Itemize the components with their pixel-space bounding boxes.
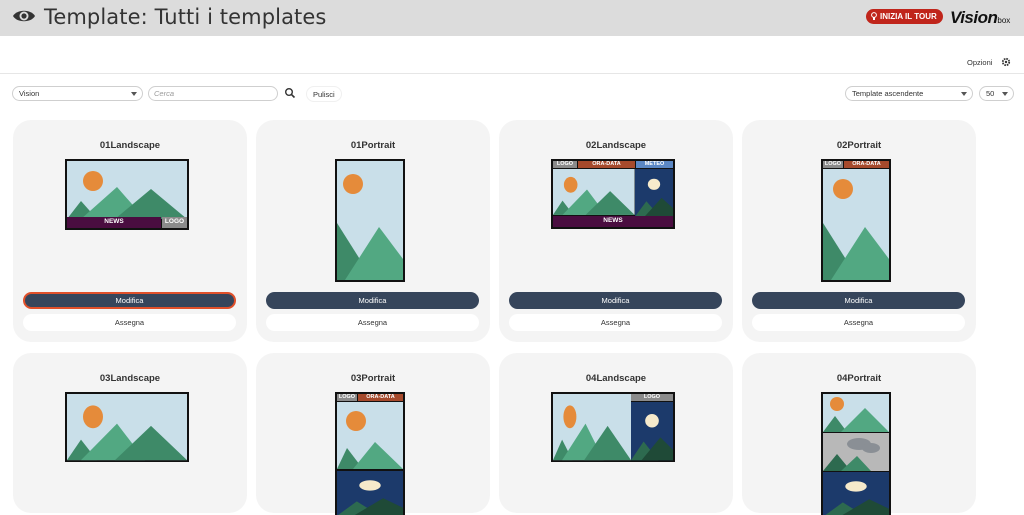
lightbulb-icon [871, 12, 877, 20]
assign-button[interactable]: Assegna [509, 314, 722, 331]
chevron-down-icon [1002, 92, 1008, 96]
template-name: 02Portrait [836, 140, 882, 151]
template-card: 04Portrait [742, 353, 976, 515]
zone-logo-label: LOGO [338, 394, 356, 400]
page-title: Template: Tutti i templates [44, 5, 327, 29]
template-card: 01Landscape NEWS LOGO Modifica Assegna [13, 120, 247, 342]
template-name: 02Landscape [585, 140, 647, 151]
sort-select[interactable]: Template ascendente [845, 86, 973, 101]
template-preview[interactable] [65, 392, 189, 462]
zone-datetime-label: ORA-DATA [366, 394, 395, 400]
visionbox-logo: Visionbox [950, 8, 1011, 27]
gear-icon[interactable] [1001, 57, 1011, 67]
zone-news-label: NEWS [104, 218, 124, 225]
template-preview[interactable]: LOGO [551, 392, 675, 462]
start-tour-button[interactable]: INIZIA IL TOUR [866, 9, 943, 24]
assign-button[interactable]: Assegna [752, 314, 965, 331]
template-card: 02Landscape LOGO ORA-DATA METEO NEWS Mod… [499, 120, 733, 342]
options-button[interactable]: Opzioni [967, 58, 992, 67]
template-name: 03Portrait [350, 373, 396, 384]
template-card: 02Portrait LOGO ORA-DATA Modifica Assegn… [742, 120, 976, 342]
template-name: 01Portrait [350, 140, 396, 151]
template-card: 01Portrait Modifica Assegna [256, 120, 490, 342]
zone-logo-label: LOGO [643, 394, 661, 400]
eye-icon [13, 10, 35, 22]
edit-button[interactable]: Modifica [509, 292, 722, 309]
clear-button[interactable]: Pulisci [306, 86, 342, 102]
edit-button[interactable]: Modifica [752, 292, 965, 309]
options-bar: Opzioni [0, 52, 1024, 74]
zone-logo-label: LOGO [556, 161, 574, 167]
template-name: 04Landscape [585, 373, 647, 384]
edit-button[interactable]: Modifica [266, 292, 479, 309]
template-preview[interactable]: LOGO ORA-DATA [335, 392, 405, 515]
start-tour-label: INIZIA IL TOUR [880, 12, 937, 21]
search-input[interactable] [148, 86, 278, 101]
template-name: 01Landscape [99, 140, 161, 151]
assign-button[interactable]: Assegna [23, 314, 236, 331]
search-icon[interactable] [284, 87, 296, 99]
app-header: Template: Tutti i templates INIZIA IL TO… [0, 0, 1024, 36]
assign-button[interactable]: Assegna [266, 314, 479, 331]
template-preview[interactable]: LOGO ORA-DATA [821, 159, 891, 282]
template-preview[interactable] [821, 392, 891, 515]
group-select[interactable]: Vision [12, 86, 143, 101]
template-name: 04Portrait [836, 373, 882, 384]
zone-weather-label: METEO [644, 161, 665, 167]
chevron-down-icon [961, 92, 967, 96]
zone-logo-label: LOGO [164, 218, 185, 225]
edit-button[interactable]: Modifica [23, 292, 236, 309]
template-card: 03Portrait LOGO ORA-DATA [256, 353, 490, 515]
page-size-select[interactable]: 50 [979, 86, 1014, 101]
zone-logo-label: LOGO [824, 161, 842, 167]
template-preview[interactable] [335, 159, 405, 282]
zone-datetime-label: ORA-DATA [852, 161, 881, 167]
template-preview[interactable]: LOGO ORA-DATA METEO NEWS [551, 159, 675, 229]
chevron-down-icon [131, 92, 137, 96]
zone-datetime-label: ORA-DATA [592, 161, 621, 167]
template-preview[interactable]: NEWS LOGO [65, 159, 189, 230]
zone-news-label: NEWS [603, 217, 623, 224]
template-card: 04Landscape LOGO [499, 353, 733, 513]
template-name: 03Landscape [99, 373, 161, 384]
template-card: 03Landscape [13, 353, 247, 513]
